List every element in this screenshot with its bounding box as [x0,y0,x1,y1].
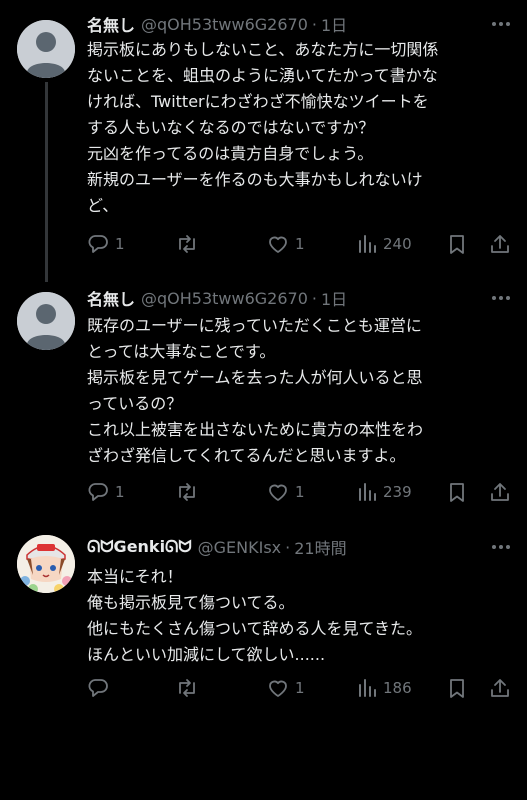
bookmark-button[interactable] [447,479,467,505]
like-button[interactable]: 1 [267,231,305,257]
text-line: ないことを、蛆虫のように湧いてたかって書かな [87,66,438,85]
reply-button[interactable]: 1 [87,231,125,257]
retweet-icon [179,235,195,253]
text-line: 俺も掲示板見て傷ついてる。 [87,593,295,612]
share-icon [491,679,509,697]
display-name[interactable]: 名無し [87,286,135,310]
views-chart-icon [359,679,376,697]
separator: · [311,14,317,34]
more-dots-icon [492,296,510,300]
share-icon [491,235,509,253]
default-avatar-icon [17,20,75,78]
heart-icon [269,236,287,253]
views-chart-icon [359,483,376,501]
views-button[interactable]: 240 [357,231,412,257]
user-handle[interactable]: @qOH53tww6G2670 [141,289,308,308]
reply-button[interactable]: 1 [87,479,125,505]
avatar-default[interactable] [17,20,75,78]
retweet-button[interactable] [175,675,199,701]
avatar-default[interactable] [17,292,75,350]
like-button[interactable]: 1 [267,479,305,505]
bookmark-button[interactable] [447,675,467,701]
bookmark-icon [450,483,464,502]
retweet-icon [179,679,195,697]
anime-avatar-icon [17,535,75,593]
bookmark-button[interactable] [447,231,467,257]
tweet-header: ᘏᗢGenkiᘏᗢ @GENKIsx · 21時間 [87,536,347,558]
text-line: ざわざ発信してくれてるんだと思いますよ。 [87,446,406,465]
text-line: とっては大事なことです。 [87,342,276,361]
views-button[interactable]: 186 [357,675,412,701]
action-bar: 1 1 240 [87,231,512,257]
reply-count: 1 [115,483,125,501]
tweet-header: 名無し @qOH53tww6G2670 · 1日 [87,12,347,36]
share-button[interactable] [489,675,511,701]
text-line: 本当にそれ！ [87,567,183,586]
retweet-button[interactable] [175,231,199,257]
timestamp[interactable]: 1日 [321,12,347,36]
text-line: 元凶を作ってるのは貴方自身でしょう。 [87,144,374,163]
views-button[interactable]: 239 [357,479,412,505]
bookmark-icon [450,235,464,254]
text-line: ど、 [87,196,119,215]
view-count: 239 [383,483,412,501]
tweet-text: 掲示板にありもしないこと、あなた方に一切関係 ないことを、蛆虫のように湧いてたか… [87,37,512,219]
reply-button[interactable] [87,675,115,701]
user-handle[interactable]: @GENKIsx [198,538,282,557]
more-dots-icon [492,22,510,26]
share-icon [491,483,509,501]
view-count: 240 [383,235,412,253]
reply-count: 1 [115,235,125,253]
text-line: 他にもたくさん傷ついて辞める人を見てきた。 [87,619,423,638]
avatar-genki[interactable] [17,535,75,593]
more-options-button[interactable] [487,14,515,34]
timestamp[interactable]: 21時間 [294,535,346,559]
separator: · [311,288,317,308]
views-chart-icon [359,235,376,253]
like-count: 1 [295,235,305,253]
reply-icon [88,679,108,697]
like-count: 1 [295,483,305,501]
action-bar: 1 186 [87,675,512,701]
text-line: する人もいなくなるのではないですか？ [87,118,375,137]
text-line: 新規のユーザーを作るのも大事かもしれないけ [87,170,423,189]
more-options-button[interactable] [487,537,515,557]
bookmark-icon [450,679,464,698]
action-bar: 1 1 239 [87,479,512,505]
user-handle[interactable]: @qOH53tww6G2670 [141,15,308,34]
like-count: 1 [295,679,305,697]
text-line: 掲示板にありもしないこと、あなた方に一切関係 [87,40,439,59]
timestamp[interactable]: 1日 [321,286,347,310]
display-name[interactable]: ᘏᗢGenkiᘏᗢ [87,537,192,557]
heart-icon [269,484,287,501]
share-button[interactable] [489,231,511,257]
thread-line [45,82,48,282]
retweet-button[interactable] [175,479,199,505]
tweet-text: 既存のユーザーに残っていただくことも運営に とっては大事なことです。 掲示板を見… [87,313,512,469]
text-line: 既存のユーザーに残っていただくことも運営に [87,316,422,335]
text-line: 掲示板を見てゲームを去った人が何人いると思 [87,368,423,387]
tweet-header: 名無し @qOH53tww6G2670 · 1日 [87,286,347,310]
more-dots-icon [492,545,510,549]
reply-icon [88,235,108,253]
text-line: ければ、Twitterにわざわざ不愉快なツイートを [87,92,429,111]
text-line: ほんといい加減にして欲しい...... [87,645,326,664]
display-name[interactable]: 名無し [87,12,135,36]
reply-icon [88,483,108,501]
default-avatar-icon [17,292,75,350]
text-line: これ以上被害を出さないために貴方の本性をわ [87,420,424,439]
text-line: っているの？ [87,394,183,413]
like-button[interactable]: 1 [267,675,305,701]
more-options-button[interactable] [487,288,515,308]
share-button[interactable] [489,479,511,505]
view-count: 186 [383,679,412,697]
retweet-icon [179,483,195,501]
heart-icon [269,680,287,697]
tweet-text: 本当にそれ！ 俺も掲示板見て傷ついてる。 他にもたくさん傷ついて辞める人を見てき… [87,564,512,668]
separator: · [285,537,291,557]
